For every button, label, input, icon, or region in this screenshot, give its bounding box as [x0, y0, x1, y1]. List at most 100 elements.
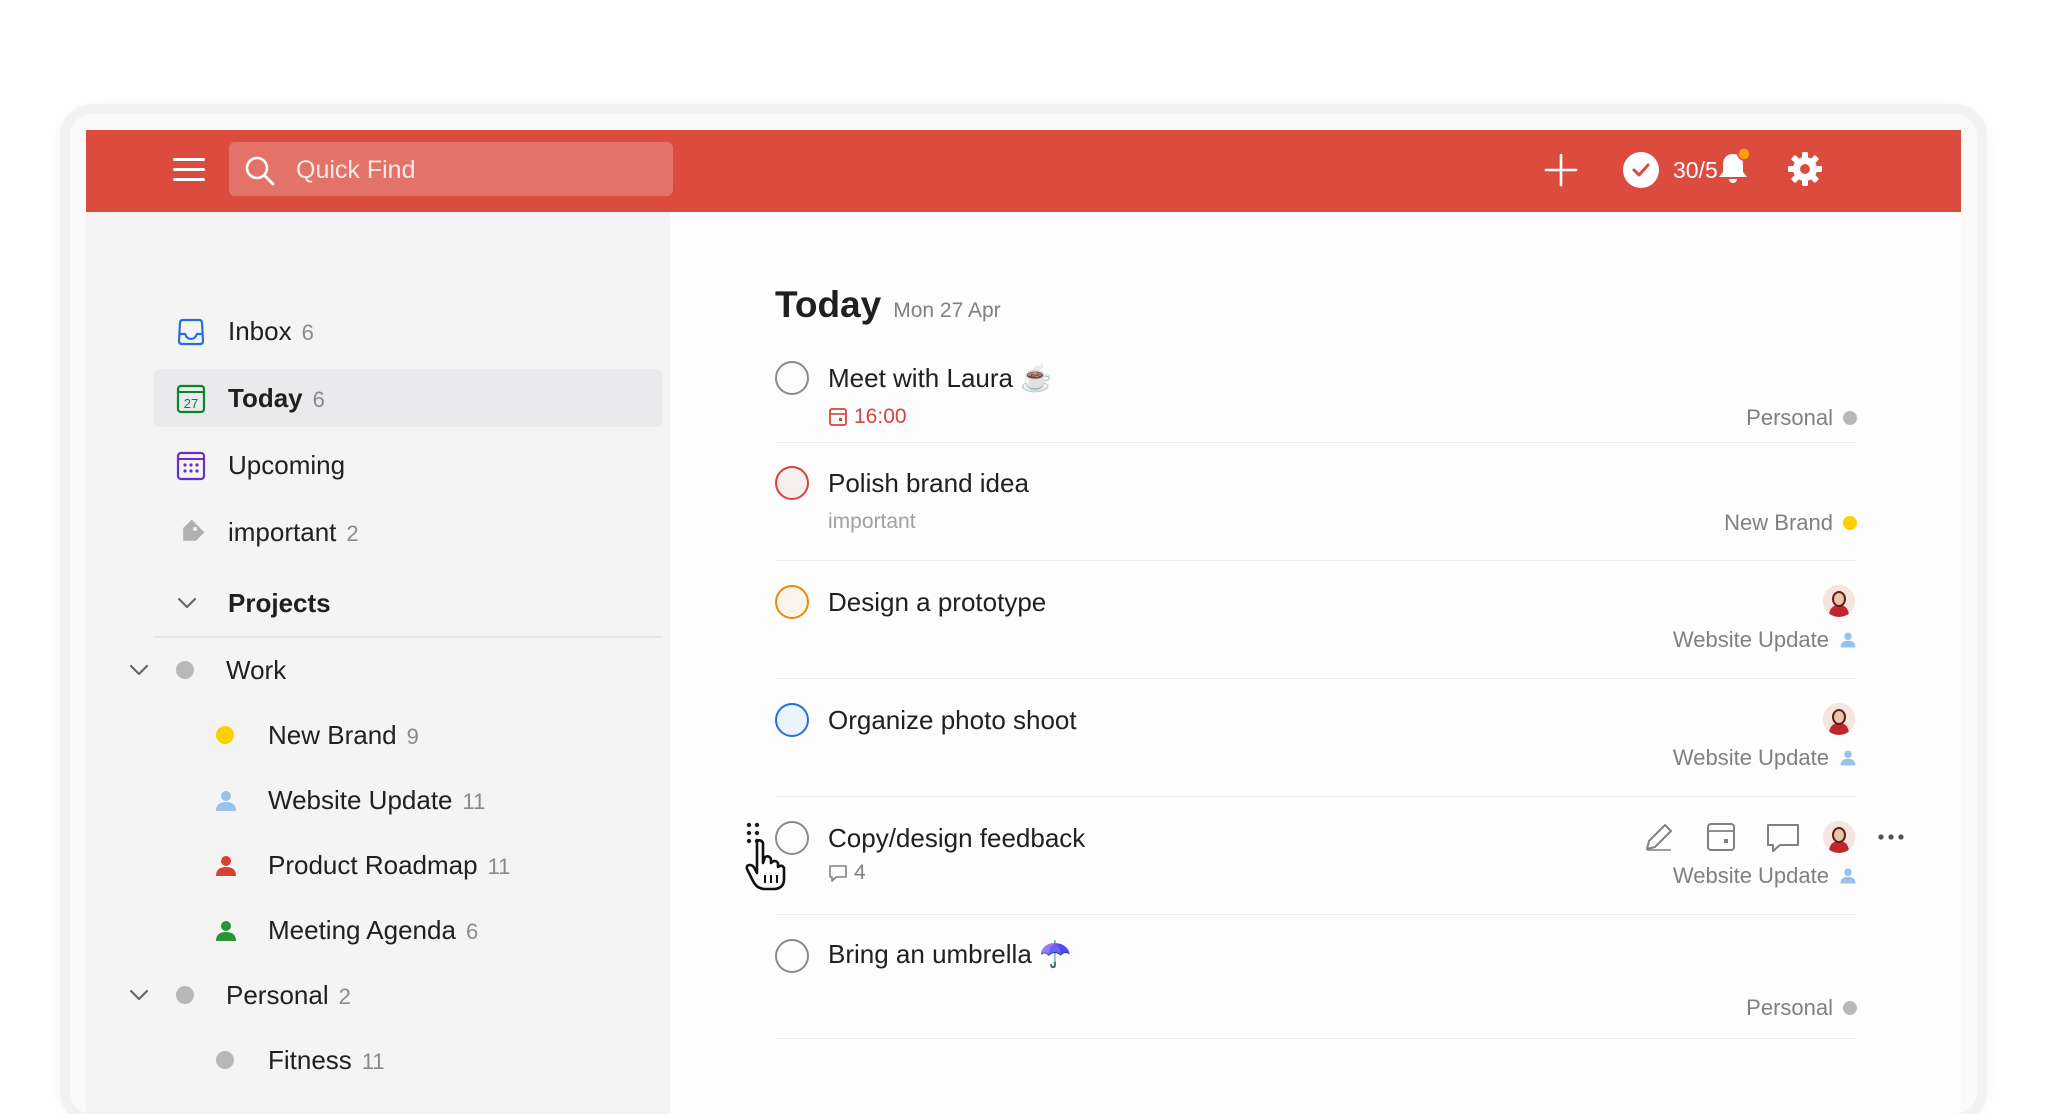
task-item[interactable]: Organize photo shoot Website Update — [775, 679, 1857, 797]
task-project[interactable]: Website Update — [1673, 745, 1857, 771]
project-count: 2 — [338, 984, 351, 1009]
task-due-time: 16:00 — [828, 405, 907, 429]
project-label: Product Roadmap — [268, 850, 478, 880]
person-icon — [216, 921, 236, 941]
sidebar-item-label: Inbox — [228, 316, 292, 346]
project-label: Personal — [226, 980, 329, 1010]
project-website-update[interactable]: Website Update 11 — [206, 775, 662, 825]
sidebar-item-important[interactable]: important 2 — [154, 503, 662, 561]
chevron-down-icon — [129, 989, 149, 1001]
task-project[interactable]: Personal — [1746, 405, 1857, 431]
menu-icon[interactable] — [173, 156, 205, 184]
chevron-down-icon — [177, 597, 197, 609]
project-count: 11 — [487, 854, 511, 879]
inbox-icon — [177, 318, 205, 346]
sidebar-item-label: Today — [228, 383, 303, 413]
project-label: Work — [226, 655, 287, 685]
sidebar-item-count: 6 — [312, 387, 325, 412]
app-window: Quick Find 30/5 Inbox 6 27 Today 6 Upcom… — [70, 114, 1977, 1114]
task-project[interactable]: Website Update — [1673, 627, 1857, 653]
task-title: Polish brand idea — [828, 468, 1029, 498]
sidebar-item-today[interactable]: 27 Today 6 — [154, 369, 662, 427]
gear-icon[interactable] — [1786, 150, 1824, 188]
task-checkbox[interactable] — [775, 466, 809, 500]
projects-header[interactable]: Projects — [154, 574, 662, 632]
project-label: New Brand — [268, 720, 397, 750]
task-checkbox[interactable] — [775, 585, 809, 619]
sidebar-item-count: 2 — [346, 521, 359, 546]
task-comment-count[interactable]: 4 — [828, 861, 866, 885]
project-personal[interactable]: Personal 2 — [106, 970, 662, 1020]
calendar-upcoming-icon — [176, 451, 206, 481]
edit-icon[interactable] — [1641, 819, 1677, 855]
task-checkbox[interactable] — [775, 361, 809, 395]
projects-header-label: Projects — [228, 588, 331, 618]
svg-text:27: 27 — [184, 396, 198, 411]
top-bar: Quick Find 30/5 — [86, 130, 1961, 212]
sidebar: Inbox 6 27 Today 6 Upcoming important 2 Pro… — [86, 212, 670, 1114]
page-heading: Today Mon 27 Apr — [775, 284, 1001, 326]
avatar — [1823, 585, 1855, 617]
task-project[interactable]: New Brand — [1724, 510, 1857, 536]
calendar-today-icon: 27 — [176, 384, 206, 414]
calendar-icon — [829, 408, 847, 426]
project-label: Website Update — [268, 785, 453, 815]
page-date: Mon 27 Apr — [893, 299, 1001, 322]
task-project[interactable]: Website Update — [1673, 863, 1857, 889]
hand-cursor-icon — [745, 839, 786, 891]
comment-icon[interactable] — [1765, 819, 1801, 855]
project-work[interactable]: Work — [106, 645, 662, 695]
task-title: Organize photo shoot — [828, 705, 1077, 735]
label-icon — [183, 519, 205, 541]
sidebar-item-label: important — [228, 517, 337, 547]
bell-icon[interactable] — [1713, 148, 1753, 188]
search-placeholder: Quick Find — [296, 156, 416, 184]
task-item[interactable]: Polish brand idea important New Brand — [775, 443, 1857, 561]
sidebar-item-label: Upcoming — [228, 450, 346, 480]
person-icon — [1840, 632, 1856, 648]
project-new-brand[interactable]: New Brand 9 — [206, 710, 662, 760]
karma-count: 30/5 — [1673, 156, 1718, 183]
quick-find-input[interactable]: Quick Find — [229, 142, 673, 196]
project-product-roadmap[interactable]: Product Roadmap 11 — [206, 840, 662, 890]
project-label: Meeting Agenda — [268, 915, 456, 945]
add-task-icon[interactable] — [1543, 152, 1579, 188]
task-title: Meet with Laura ☕ — [828, 363, 1053, 393]
task-item[interactable]: Meet with Laura ☕ 16:00 Personal — [775, 337, 1857, 443]
comment-icon — [829, 865, 847, 882]
task-title: Design a prototype — [828, 587, 1047, 617]
project-color-dot — [1843, 1001, 1857, 1015]
productivity-button[interactable]: 30/5 — [1623, 152, 1718, 188]
project-count: 6 — [465, 919, 479, 944]
task-item[interactable]: Design a prototype Website Update — [775, 561, 1857, 679]
project-count: 11 — [462, 789, 486, 814]
chevron-down-icon — [129, 664, 149, 676]
sidebar-item-upcoming[interactable]: Upcoming — [154, 436, 662, 494]
sidebar-item-inbox[interactable]: Inbox 6 — [154, 302, 662, 360]
project-meeting-agenda[interactable]: Meeting Agenda 6 — [206, 905, 662, 955]
project-label: Fitness — [268, 1045, 352, 1075]
task-label[interactable]: important — [828, 510, 916, 534]
task-title: Copy/design feedback — [828, 823, 1086, 853]
task-project[interactable]: Personal — [1746, 995, 1857, 1021]
schedule-icon[interactable] — [1703, 819, 1739, 855]
project-color-dot — [1843, 411, 1857, 425]
task-title: Bring an umbrella ☂️ — [828, 939, 1072, 969]
main-content: Today Mon 27 Apr Meet with Laura ☕ 16:00… — [670, 212, 1961, 1114]
task-checkbox[interactable] — [775, 703, 809, 737]
task-checkbox[interactable] — [775, 939, 809, 973]
sidebar-item-count: 6 — [301, 320, 314, 345]
avatar[interactable] — [1823, 821, 1855, 853]
project-fitness[interactable]: Fitness 11 — [206, 1035, 662, 1085]
search-icon — [245, 156, 275, 186]
divider — [154, 636, 662, 638]
project-count: 11 — [361, 1049, 385, 1074]
task-item[interactable]: Bring an umbrella ☂️ Personal — [775, 915, 1857, 1039]
person-icon — [216, 856, 236, 876]
project-count: 9 — [406, 724, 419, 749]
task-item[interactable]: Copy/design feedback 4 Website Update — [745, 797, 1904, 915]
person-icon — [1840, 868, 1856, 884]
checkmark-icon — [1623, 152, 1659, 188]
project-color-dot — [216, 1051, 234, 1069]
more-options-icon[interactable] — [1873, 819, 1909, 855]
